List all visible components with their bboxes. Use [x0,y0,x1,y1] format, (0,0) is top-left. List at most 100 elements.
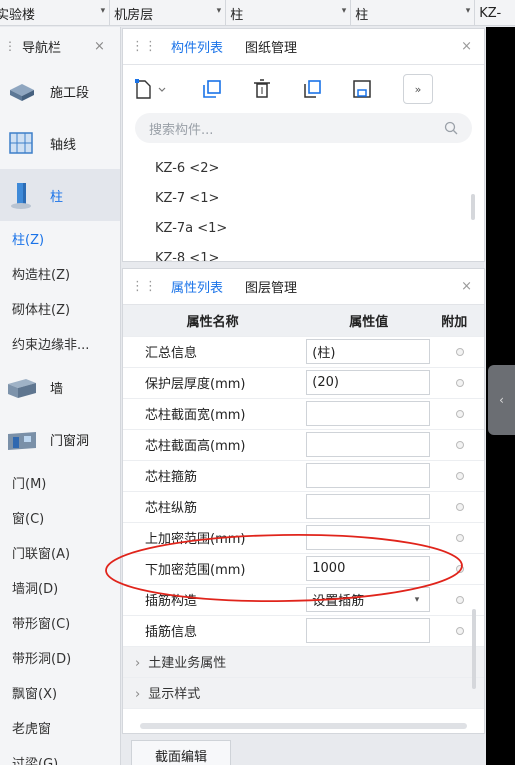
property-value[interactable] [306,618,431,643]
type-select[interactable]: 柱 ▾ [351,0,476,26]
nav-title: 导航栏 [22,40,62,56]
attach-checkbox[interactable] [455,409,464,418]
expand-icon: › [135,656,141,671]
floor-select[interactable]: 机房层 ▾ [110,0,227,26]
property-value[interactable]: (20) [306,370,431,395]
nav-item-door[interactable]: 门(M) [0,465,120,500]
nav-item-lintel[interactable]: 过梁(G) [0,745,120,765]
list-item[interactable]: KZ-7a <1> [123,213,484,243]
nav-item-edge-member[interactable]: 约束边缘非... [0,326,120,361]
tab-layer-management[interactable]: 图层管理 [245,277,297,296]
property-value[interactable] [306,401,431,426]
collapse-handle-icon[interactable]: ‹ [488,365,515,435]
attach-checkbox[interactable] [455,595,464,604]
list-item[interactable]: KZ-7 <1> [123,183,484,213]
component-value: KZ- [479,5,502,21]
property-value[interactable]: (柱) [306,339,431,364]
drag-handle-icon[interactable]: ⋮⋮ [131,39,157,54]
table-row[interactable]: 保护层厚度(mm) (20) [123,367,484,399]
save-icon[interactable] [345,74,379,104]
nav-category-axis[interactable]: 轴线 [0,117,120,169]
property-name: 上加密范围(mm) [123,522,303,554]
property-value[interactable] [306,525,431,550]
floor-value: 机房层 [114,7,154,23]
horizontal-scrollbar[interactable] [140,723,467,729]
tab-drawing-management[interactable]: 图纸管理 [245,37,297,56]
nav-item-bay-window[interactable]: 飘窗(X) [0,675,120,710]
property-tabs: ⋮⋮ 属性列表 图层管理 × [123,269,484,305]
component-toolbar: » [123,65,484,113]
table-row[interactable]: 汇总信息 (柱) [123,336,484,368]
attach-checkbox[interactable] [455,626,464,635]
table-row[interactable]: 插筋构造 设置插筋 ▾ [123,584,484,616]
nav-category-door-window[interactable]: 门窗洞 [0,413,120,465]
layer-copy-icon[interactable] [295,74,329,104]
table-row[interactable]: 芯柱截面高(mm) [123,429,484,461]
more-button[interactable]: » [403,74,433,104]
scrollbar[interactable] [472,609,476,689]
group-row[interactable]: › 显示样式 [123,677,484,709]
drag-handle-icon[interactable]: ⋮⋮ [131,279,157,294]
nav-item-window[interactable]: 窗(C) [0,500,120,535]
new-component-icon[interactable] [133,74,179,104]
nav-item-strip-window[interactable]: 带形窗(C) [0,605,120,640]
component-tabs: ⋮⋮ 构件列表 图纸管理 × [123,29,484,65]
top-toolbar: 实验楼 ▾ 机房层 ▾ 柱 ▾ 柱 ▾ KZ- [0,0,515,26]
attach-checkbox[interactable] [455,471,464,480]
property-name: 芯柱箍筋 [123,460,303,492]
nav-item-strip-opening[interactable]: 带形洞(D) [0,640,120,675]
close-icon[interactable]: × [461,39,472,54]
property-table: 属性名称 属性值 附加 汇总信息 (柱) 保护层厚度(mm) (20) 芯柱截面宽(… [123,305,484,709]
property-value[interactable] [306,463,431,488]
scrollbar[interactable] [471,194,475,220]
attach-checkbox[interactable] [455,378,464,387]
rebar-select[interactable]: 设置插筋 ▾ [306,587,431,612]
close-icon[interactable]: × [461,279,472,294]
nav-item-dormer[interactable]: 老虎窗 [0,710,120,745]
nav-item-masonry-column[interactable]: 砌体柱(Z) [0,291,120,326]
table-row[interactable]: 下加密范围(mm) 1000 [123,553,484,585]
nav-header: ⋮ 导航栏 × [0,27,120,65]
list-item[interactable]: KZ-6 <2> [123,153,484,183]
nav-category-wall[interactable]: 墙 [0,361,120,413]
grid-axis-icon [6,129,36,157]
property-value[interactable] [306,494,431,519]
attach-checkbox[interactable] [455,564,464,573]
chevron-down-icon: ▾ [100,6,106,16]
attach-checkbox[interactable] [455,533,464,542]
table-row[interactable]: 芯柱箍筋 [123,460,484,492]
select-value: 设置插筋 [312,594,365,609]
nav-item-wall-opening[interactable]: 墙洞(D) [0,570,120,605]
nav-item-door-window[interactable]: 门联窗(A) [0,535,120,570]
tab-property-list[interactable]: 属性列表 [171,277,223,296]
attach-checkbox[interactable] [455,347,464,356]
building-select[interactable]: 实验楼 ▾ [0,0,111,26]
close-icon[interactable]: × [94,39,105,54]
nav-category-stage[interactable]: 施工段 [0,65,120,117]
property-value[interactable] [306,432,431,457]
delete-icon[interactable] [245,74,279,104]
list-item[interactable]: KZ-8 <1> [123,243,484,262]
copy-icon[interactable] [195,74,229,104]
table-row[interactable]: 芯柱截面宽(mm) [123,398,484,430]
table-row[interactable]: 芯柱纵筋 [123,491,484,523]
property-value[interactable]: 1000 [306,556,431,581]
type-value: 柱 [355,7,369,23]
category-select[interactable]: 柱 ▾ [226,0,352,26]
table-row[interactable]: 插筋信息 [123,615,484,647]
chevron-down-icon: ▾ [465,6,471,16]
group-row[interactable]: › 土建业务属性 [123,646,484,678]
property-panel: ⋮⋮ 属性列表 图层管理 × 属性名称 属性值 附加 汇总信息 (柱) 保护层厚度… [122,268,485,734]
attach-checkbox[interactable] [455,440,464,449]
component-select[interactable]: KZ- [475,0,515,26]
search-input[interactable]: 搜索构件... [135,113,472,143]
section-edit-button[interactable]: 截面编辑 [131,740,231,765]
drag-handle-icon[interactable]: ⋮ [4,39,16,53]
attach-checkbox[interactable] [455,502,464,511]
nav-category-column[interactable]: 柱 [0,169,120,221]
chevron-down-icon: ▾ [216,6,222,16]
tab-component-list[interactable]: 构件列表 [171,37,223,56]
nav-item-constructional-column[interactable]: 构造柱(Z) [0,256,120,291]
table-row[interactable]: 上加密范围(mm) [123,522,484,554]
nav-item-column[interactable]: 柱(Z) [0,221,120,256]
